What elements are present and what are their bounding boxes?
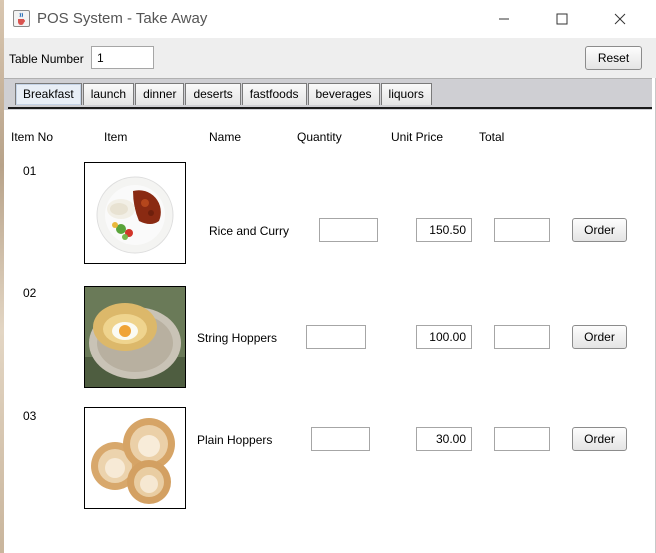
tab-deserts[interactable]: deserts bbox=[185, 83, 241, 105]
minimize-button[interactable] bbox=[481, 0, 527, 38]
title-bar: POS System - Take Away bbox=[4, 0, 656, 38]
header-item-no: Item No bbox=[11, 130, 54, 144]
window-title: POS System - Take Away bbox=[37, 10, 208, 27]
unit-price-field[interactable] bbox=[416, 427, 472, 451]
pos-window: POS System - Take Away Table Number Rese… bbox=[4, 0, 656, 553]
header-quantity: Quantity bbox=[297, 130, 342, 144]
header-unit-price: Unit Price bbox=[391, 130, 444, 144]
total-field[interactable] bbox=[494, 218, 550, 242]
quantity-input[interactable] bbox=[319, 218, 378, 242]
item-name: Plain Hoppers bbox=[197, 433, 273, 447]
total-field[interactable] bbox=[494, 325, 550, 349]
table-number-label: Table Number bbox=[9, 52, 84, 66]
table-number-input[interactable] bbox=[91, 46, 154, 69]
item-number: 01 bbox=[23, 164, 37, 178]
java-cup-icon bbox=[13, 10, 30, 27]
category-tabs: Breakfast launch dinner deserts fastfood… bbox=[15, 83, 433, 105]
rice-and-curry-image bbox=[84, 162, 186, 264]
header-item: Item bbox=[104, 130, 128, 144]
item-name: Rice and Curry bbox=[209, 224, 290, 238]
string-hoppers-image bbox=[84, 286, 186, 388]
header-total: Total bbox=[479, 130, 505, 144]
quantity-input[interactable] bbox=[306, 325, 366, 349]
item-name: String Hoppers bbox=[197, 331, 278, 345]
order-button[interactable]: Order bbox=[572, 427, 627, 451]
breakfast-panel: Item No Item Name Quantity Unit Price To… bbox=[4, 110, 652, 553]
tab-breakfast[interactable]: Breakfast bbox=[15, 83, 82, 105]
top-panel: Table Number Reset bbox=[4, 38, 656, 78]
close-button[interactable] bbox=[597, 0, 643, 38]
tab-dinner[interactable]: dinner bbox=[135, 83, 185, 105]
tab-beverages[interactable]: beverages bbox=[307, 83, 380, 105]
order-button[interactable]: Order bbox=[572, 325, 627, 349]
tab-launch[interactable]: launch bbox=[82, 83, 135, 105]
plain-hoppers-image bbox=[84, 407, 186, 509]
quantity-input[interactable] bbox=[311, 427, 370, 451]
tab-fastfoods[interactable]: fastfoods bbox=[241, 83, 307, 105]
unit-price-field[interactable] bbox=[416, 218, 472, 242]
unit-price-field[interactable] bbox=[416, 325, 472, 349]
tab-underline bbox=[8, 107, 652, 109]
item-number: 02 bbox=[23, 286, 37, 300]
reset-button[interactable]: Reset bbox=[585, 46, 642, 70]
header-name: Name bbox=[209, 130, 242, 144]
total-field[interactable] bbox=[494, 427, 550, 451]
order-button[interactable]: Order bbox=[572, 218, 627, 242]
tab-liquors[interactable]: liquors bbox=[380, 83, 432, 105]
maximize-button[interactable] bbox=[539, 0, 585, 38]
item-number: 03 bbox=[23, 409, 37, 423]
